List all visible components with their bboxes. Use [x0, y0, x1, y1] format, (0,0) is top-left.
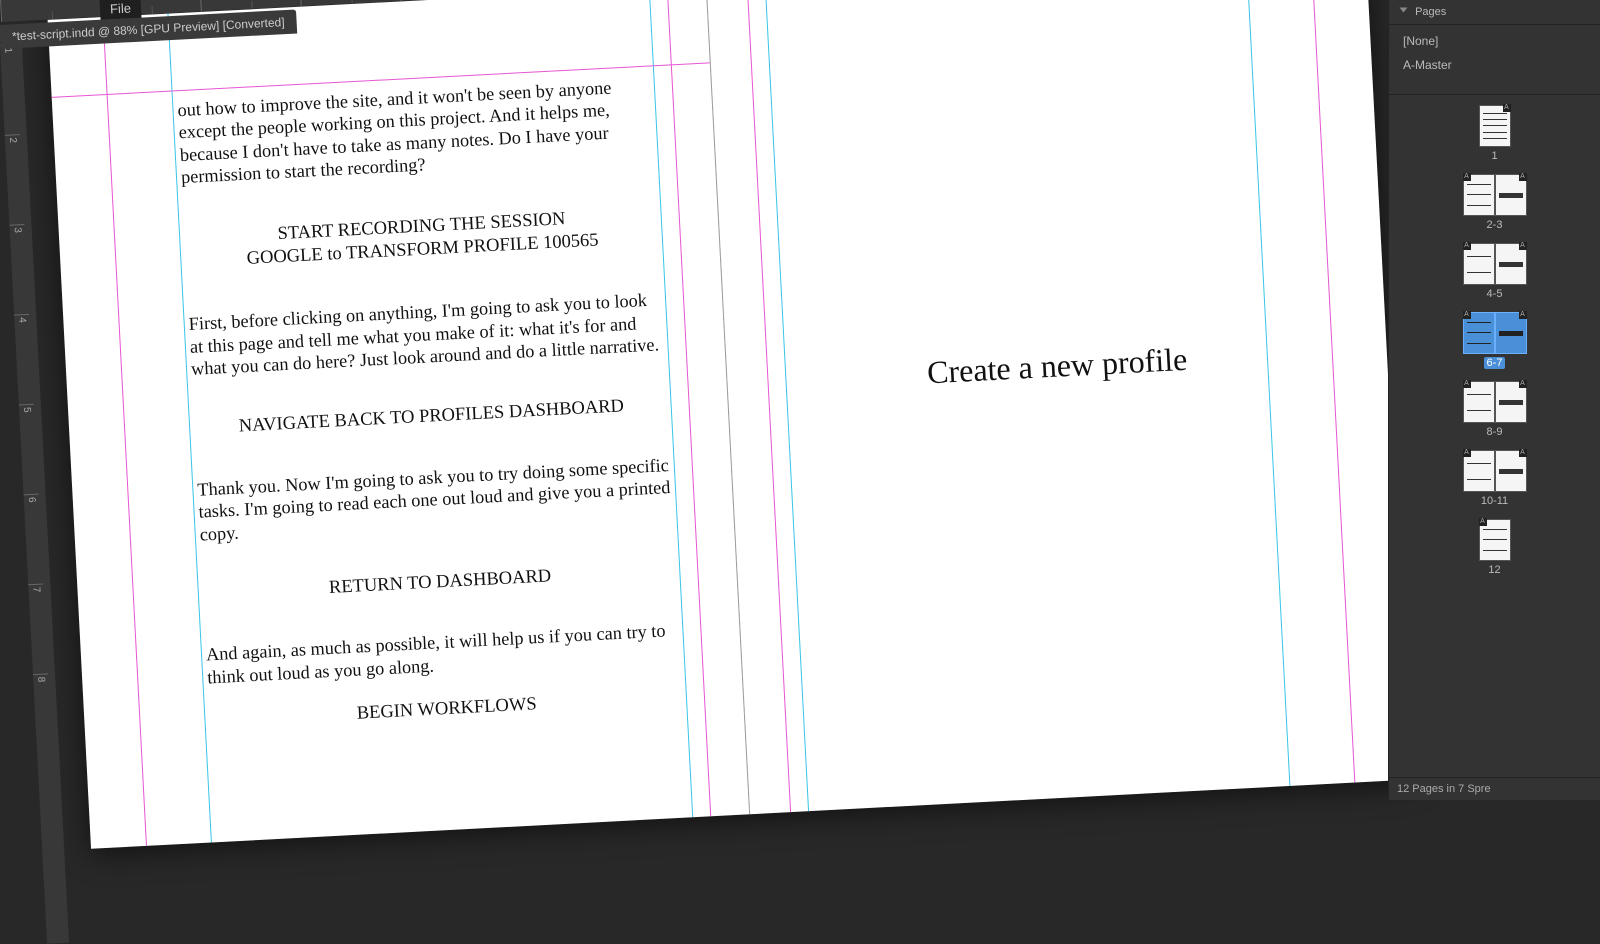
ruler-tick: 6: [24, 494, 44, 585]
column-guide: [1246, 0, 1290, 786]
margin-guide: [103, 17, 147, 846]
body-paragraph: Thank you. Now I'm going to ask you to t…: [197, 454, 675, 546]
body-paragraph: out how to improve the site, and it won'…: [177, 74, 656, 188]
script-heading: RETURN TO DASHBOARD: [202, 559, 678, 606]
page-right[interactable]: Create a new profile: [707, 0, 1410, 814]
thumb-page-12[interactable]: A 12: [1479, 519, 1511, 576]
margin-guide: [747, 0, 791, 812]
ruler-tick: 4: [14, 314, 34, 405]
spread[interactable]: out how to improve the site, and it won'…: [48, 0, 1410, 849]
script-heading: NAVIGATE BACK TO PROFILES DASHBOARD: [194, 393, 670, 440]
pages-panel-footer: 12 Pages in 7 Spre: [1389, 777, 1600, 800]
thumb-spread-4-5[interactable]: A A 4-5: [1463, 243, 1527, 300]
text-frame-right[interactable]: Create a new profile: [727, 330, 1388, 401]
ruler-tick: 7: [28, 583, 48, 674]
thumb-spread-10-11[interactable]: A A 10-11: [1463, 450, 1527, 507]
thumb-spread-2-3[interactable]: A A 2-3: [1463, 174, 1527, 231]
menu-file[interactable]: File: [110, 0, 132, 16]
thumb-spread-8-9[interactable]: A A 8-9: [1463, 381, 1527, 438]
page-thumbnails[interactable]: A 1 A A 2-3 A A 4-5 A A 6-7: [1389, 95, 1600, 655]
pages-panel[interactable]: Pages [None] A-Master A 1 A A 2-3 A A 4-…: [1388, 0, 1600, 800]
thumb-spread-6-7[interactable]: A A 6-7: [1463, 312, 1527, 369]
ruler-tick: 2: [5, 134, 25, 225]
script-heading: BEGIN WORKFLOWS: [209, 686, 685, 733]
master-a[interactable]: A-Master: [1389, 53, 1600, 77]
ruler-tick: 3: [9, 224, 29, 315]
page-heading: Create a new profile: [926, 341, 1188, 391]
master-none[interactable]: [None]: [1389, 29, 1600, 53]
ruler-tick: 5: [19, 404, 39, 495]
margin-guide: [1311, 0, 1355, 783]
pages-count-label: 12 Pages in 7 Spre: [1397, 783, 1491, 795]
page-left[interactable]: out how to improve the site, and it won'…: [48, 0, 751, 849]
script-heading: START RECORDING THE SESSION GOOGLE to TR…: [184, 203, 661, 273]
thumb-page-1[interactable]: A 1: [1479, 105, 1511, 162]
ruler-tick: 1: [0, 44, 20, 135]
ruler-tick: 8: [33, 673, 53, 764]
master-pages-list[interactable]: [None] A-Master: [1389, 25, 1600, 95]
document-viewport[interactable]: out how to improve the site, and it won'…: [45, 0, 1470, 869]
body-paragraph: And again, as much as possible, it will …: [205, 619, 682, 688]
column-guide: [765, 0, 809, 811]
pages-panel-title: Pages: [1415, 6, 1446, 18]
body-paragraph: First, before clicking on anything, I'm …: [188, 288, 666, 380]
text-frame-left[interactable]: out how to improve the site, and it won'…: [177, 74, 685, 733]
pages-panel-tab[interactable]: Pages: [1389, 0, 1600, 25]
